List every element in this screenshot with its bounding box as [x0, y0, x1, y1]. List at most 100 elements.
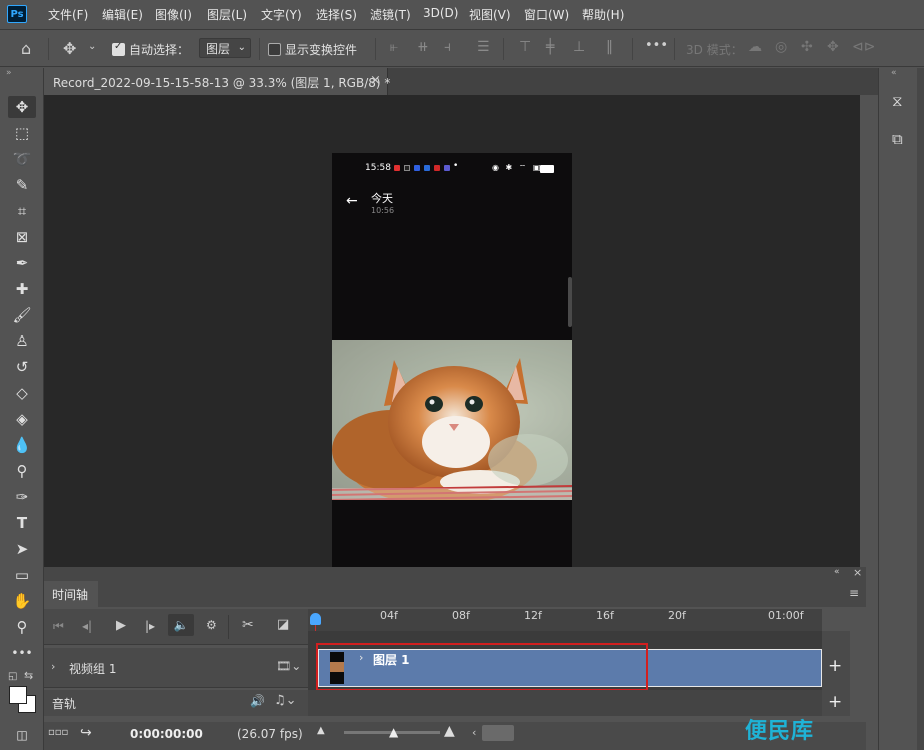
settings-gear-icon[interactable]: ⚙ [206, 618, 217, 632]
3d-pan-icon[interactable]: ✣ [801, 39, 813, 55]
eraser-tool-icon[interactable]: ◇ [8, 382, 36, 404]
frame-tool-icon[interactable]: ⊠ [8, 226, 36, 248]
edit-toolbar-icon[interactable]: ••• [8, 642, 36, 664]
next-frame-icon[interactable]: |▸ [145, 619, 155, 633]
pen-tool-icon[interactable]: ✑ [8, 486, 36, 508]
play-icon[interactable]: ▶ [116, 618, 126, 633]
hand-tool-icon[interactable]: ✋ [8, 590, 36, 612]
collapse-icon[interactable]: » [6, 68, 12, 78]
close-icon[interactable]: × [370, 73, 381, 88]
collapse-icon[interactable]: « [891, 68, 897, 78]
distribute-vertical-icon[interactable]: ‖ [606, 39, 613, 55]
menu-type[interactable]: 文字(Y) [261, 6, 302, 23]
3d-scale-icon[interactable]: ⊲⊳ [852, 39, 875, 55]
photoshop-logo[interactable]: Ps [7, 5, 27, 23]
previous-frame-icon[interactable]: ◂| [82, 619, 92, 633]
menu-layer[interactable]: 图层(L) [207, 6, 247, 23]
swap-colors-icon[interactable]: ⇆ [24, 669, 33, 682]
lasso-tool-icon[interactable]: ➰ [8, 148, 36, 170]
add-audio-button[interactable]: + [828, 692, 842, 712]
3d-slide-icon[interactable]: ✥ [827, 39, 839, 55]
auto-select-checkbox[interactable] [112, 41, 125, 56]
expand-chevron-icon[interactable]: › [51, 660, 55, 673]
history-panel-icon[interactable]: ⧖ [892, 92, 903, 110]
eyedropper-tool-icon[interactable]: ✒ [8, 252, 36, 274]
go-to-first-frame-icon[interactable]: ⏮ [53, 619, 64, 634]
crop-tool-icon[interactable]: ⌗ [8, 200, 36, 222]
scroll-left-icon[interactable]: ‹ [472, 726, 476, 739]
render-video-icon[interactable]: ↪ [80, 725, 92, 741]
close-icon[interactable]: × [853, 566, 862, 579]
collapse-icon[interactable]: « [834, 567, 840, 577]
align-left-icon[interactable]: ⫦ [390, 39, 398, 55]
audio-track-header[interactable]: 音轨 🔊 ♫⌄ [44, 690, 308, 716]
menu-3d[interactable]: 3D(D) [423, 6, 458, 20]
video-group-track-header[interactable]: › 视频组 1 🎞⌄ [44, 648, 308, 688]
options-bar: ⌂ ✥ ⌄ 自动选择： 图层 ⌄ 显示变换控件 ⫦ ⧺ ⫞ ☰ ⊤ ╪ ⊥ ‖ … [0, 29, 924, 67]
distribute-icon[interactable]: ☰ [477, 39, 490, 55]
audio-toggle-icon[interactable]: 🔈 [168, 614, 194, 636]
align-center-icon[interactable]: ⧺ [417, 39, 429, 55]
film-strip-icon[interactable]: 🎞⌄ [276, 659, 301, 673]
blur-tool-icon[interactable]: 💧 [8, 434, 36, 456]
menu-edit[interactable]: 编辑(E) [102, 6, 143, 23]
panel-menu-icon[interactable]: ≡ [849, 586, 859, 600]
healing-brush-tool-icon[interactable]: ✚ [8, 278, 36, 300]
rectangle-tool-icon[interactable]: ▭ [8, 564, 36, 586]
zoom-slider-handle[interactable]: ▲ [389, 725, 398, 739]
transform-controls-checkbox[interactable] [268, 43, 281, 56]
auto-select-target-dropdown[interactable]: 图层 ⌄ [199, 38, 251, 58]
menu-help[interactable]: 帮助(H) [582, 6, 624, 23]
scissors-icon[interactable]: ✂ [242, 617, 254, 633]
3d-orbit-icon[interactable]: ☁ [748, 39, 762, 55]
brush-tool-icon[interactable]: 🖌 [8, 304, 36, 326]
menu-view[interactable]: 视图(V) [469, 6, 511, 23]
quick-mask-icon[interactable]: ◫ [8, 724, 36, 746]
chevron-down-icon[interactable]: ⌄ [88, 41, 96, 52]
watermark: 便民库 [745, 719, 815, 744]
default-colors-icon[interactable]: ◱ [8, 671, 17, 682]
zoom-out-icon[interactable]: ▲ [317, 725, 325, 736]
zoom-in-icon[interactable]: ▲ [444, 723, 455, 739]
move-tool-icon[interactable]: ✥ [8, 96, 36, 118]
dodge-tool-icon[interactable]: ⚲ [8, 460, 36, 482]
menu-image[interactable]: 图像(I) [155, 6, 192, 23]
move-tool-icon[interactable]: ✥ [63, 39, 76, 58]
menu-window[interactable]: 窗口(W) [524, 6, 569, 23]
foreground-color-swatch[interactable] [9, 686, 27, 704]
add-video-button[interactable]: + [828, 656, 842, 676]
panel-edge [917, 68, 924, 750]
chevron-down-icon: ⌄ [237, 42, 246, 53]
3d-roll-icon[interactable]: ◎ [775, 39, 787, 55]
zoom-tool-icon[interactable]: ⚲ [8, 616, 36, 638]
convert-frame-animation-icon[interactable]: ▫▫▫ [48, 727, 68, 738]
horizontal-scrollbar-thumb[interactable] [482, 725, 514, 741]
document-tab[interactable]: Record_2022-09-15-15-58-13 @ 33.3% (图层 1… [44, 68, 390, 95]
transition-icon[interactable]: ◪ [277, 617, 289, 632]
align-bottom-icon[interactable]: ⊥ [573, 39, 585, 55]
marquee-tool-icon[interactable]: ⬚ [8, 122, 36, 144]
align-top-icon[interactable]: ⊤ [519, 39, 531, 55]
speaker-icon[interactable]: 🔊 [250, 694, 265, 708]
home-icon[interactable]: ⌂ [21, 39, 31, 58]
paint-bucket-tool-icon[interactable]: ◈ [8, 408, 36, 430]
path-select-tool-icon[interactable]: ➤ [8, 538, 36, 560]
type-tool-icon[interactable]: T [8, 512, 36, 534]
menu-filter[interactable]: 滤镜(T) [370, 6, 411, 23]
align-right-icon[interactable]: ⫞ [444, 39, 451, 55]
playhead-handle[interactable] [310, 613, 321, 625]
properties-panel-icon[interactable]: ⧉ [892, 130, 903, 148]
music-note-icon[interactable]: ♫⌄ [274, 693, 297, 708]
dropdown-value: 图层 [206, 42, 231, 56]
history-brush-tool-icon[interactable]: ↺ [8, 356, 36, 378]
document-canvas[interactable]: 15:58 • ◉ ✱ ⌔ ▣ ← 今天 10:56 [332, 153, 572, 567]
clone-stamp-tool-icon[interactable]: ♙ [8, 330, 36, 352]
status-dot: • [453, 161, 459, 171]
more-options-icon[interactable]: ••• [645, 38, 668, 53]
quick-select-tool-icon[interactable]: ✎ [8, 174, 36, 196]
divider [48, 38, 49, 60]
align-middle-icon[interactable]: ╪ [546, 39, 554, 55]
menu-select[interactable]: 选择(S) [316, 6, 357, 23]
menu-file[interactable]: 文件(F) [48, 6, 88, 23]
tab-timeline[interactable]: 时间轴 [44, 581, 98, 607]
